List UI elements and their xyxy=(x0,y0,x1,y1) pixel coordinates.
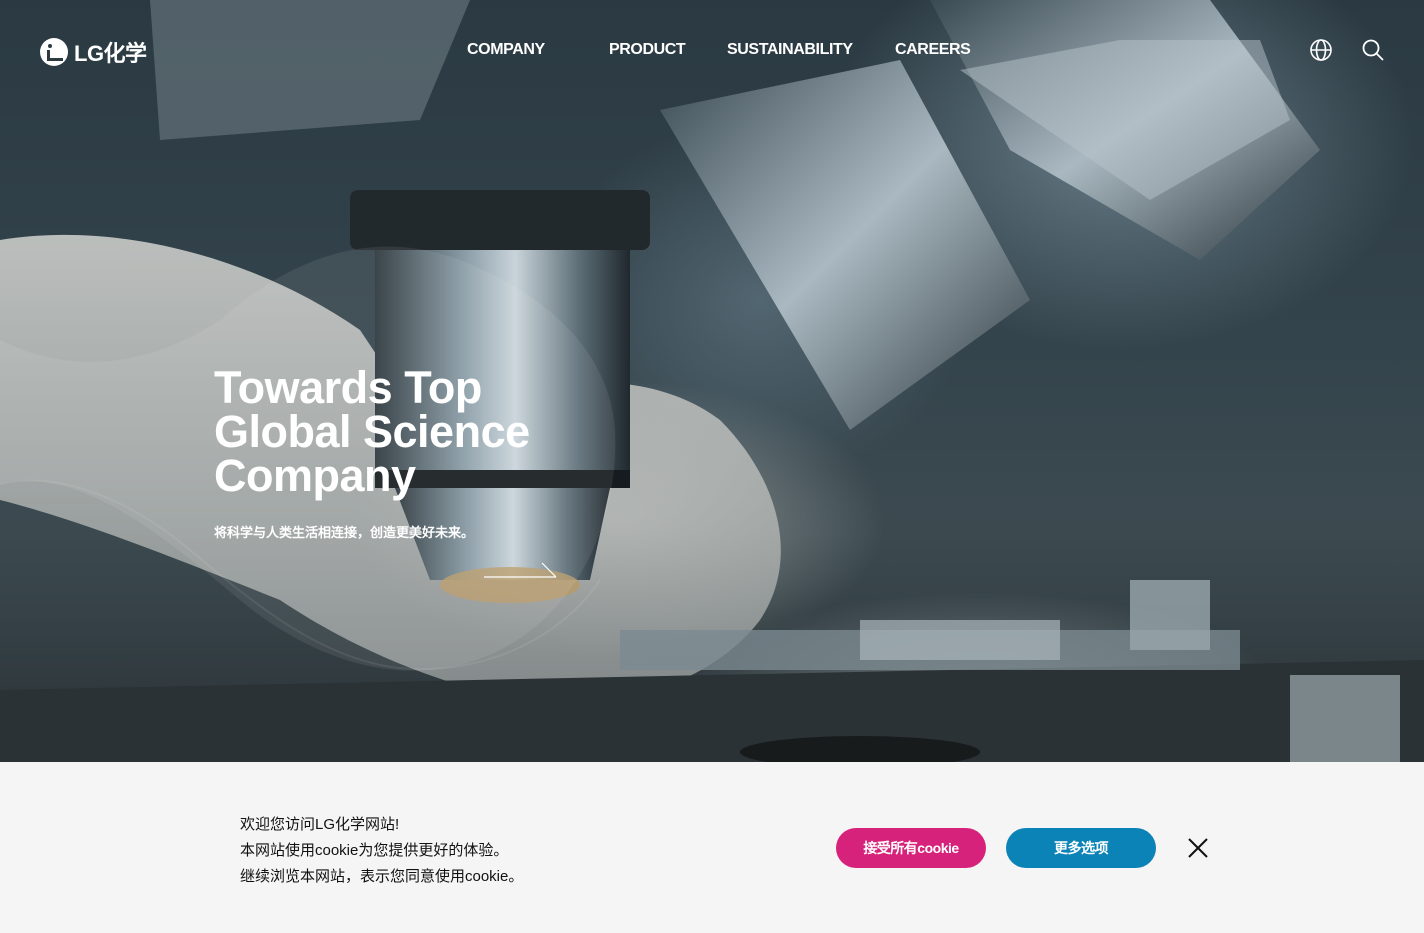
hero-title-line: Global Science xyxy=(214,406,530,457)
lg-chem-logo[interactable]: LG化学 xyxy=(40,36,147,68)
lg-logo-icon xyxy=(40,38,68,66)
close-icon[interactable] xyxy=(1186,836,1210,860)
site-header: LG化学 COMPANY PRODUCT SUSTAINABILITY CARE… xyxy=(0,0,1424,100)
nav-company[interactable]: COMPANY xyxy=(467,41,545,59)
nav-sustainability[interactable]: SUSTAINABILITY xyxy=(727,41,853,59)
cookie-line: 欢迎您访问LG化学网站! xyxy=(240,816,400,833)
nav-product[interactable]: PRODUCT xyxy=(609,41,686,59)
more-options-button[interactable]: 更多选项 xyxy=(1006,828,1156,868)
hero-title-line: Towards Top xyxy=(214,362,482,413)
search-icon[interactable] xyxy=(1361,38,1385,62)
hero-title-line: Company xyxy=(214,450,416,501)
cookie-line: 继续浏览本网站，表示您同意使用cookie。 xyxy=(240,868,524,885)
arrow-right-icon[interactable] xyxy=(484,560,558,580)
logo-text: LG化学 xyxy=(74,41,147,66)
accept-all-cookies-button[interactable]: 接受所有cookie xyxy=(836,828,986,868)
nav-careers[interactable]: CAREERS xyxy=(895,41,971,59)
cookie-message: 欢迎您访问LG化学网站! 本网站使用cookie为您提供更好的体验。 继续浏览本… xyxy=(240,812,523,890)
hero-subtitle: 将科学与人类生活相连接，创造更美好未来。 xyxy=(214,525,475,540)
hero-title: Towards Top Global Science Company xyxy=(214,362,530,501)
globe-icon[interactable] xyxy=(1309,38,1333,62)
cookie-banner: 欢迎您访问LG化学网站! 本网站使用cookie为您提供更好的体验。 继续浏览本… xyxy=(0,762,1424,933)
cookie-line: 本网站使用cookie为您提供更好的体验。 xyxy=(240,842,509,859)
